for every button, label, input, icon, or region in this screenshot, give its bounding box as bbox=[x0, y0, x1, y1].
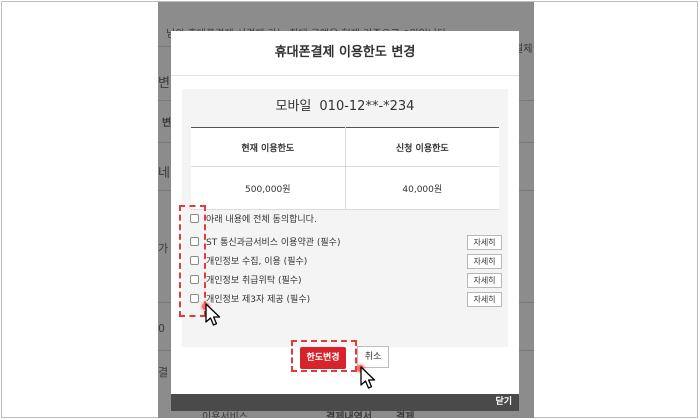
agreement-label: ST 통신과금서비스 이용약관 (필수) bbox=[206, 237, 341, 248]
modal-body: 모바일 010-12**-*234 현재 이용한도 신청 이용한도 500,000… bbox=[182, 89, 508, 347]
agreement-row[interactable]: 개인정보 취급위탁 (필수) bbox=[190, 271, 302, 287]
agree-all-row[interactable]: 아래 내용에 전체 동의합니다. bbox=[190, 210, 317, 226]
mouse-pointer-icon bbox=[360, 366, 376, 389]
phone-label: 모바일 bbox=[275, 99, 312, 114]
table-row: 500,000원 40,000원 bbox=[191, 166, 499, 210]
limit-table: 현재 이용한도 신청 이용한도 500,000원 40,000원 bbox=[191, 127, 499, 210]
agreement-label: 개인정보 취급위탁 (필수) bbox=[206, 275, 302, 286]
mouse-pointer-icon bbox=[205, 303, 221, 326]
checkbox-highlight-box bbox=[179, 205, 206, 317]
background-fragment: 변 bbox=[158, 76, 170, 91]
current-limit-value: 500,000원 bbox=[191, 166, 346, 210]
phone-number: 010-12**-*234 bbox=[319, 99, 415, 114]
background-fragment: 결 bbox=[158, 366, 169, 379]
background-fragment: 0 bbox=[158, 322, 165, 335]
detail-button-outsourcing[interactable]: 자세히 bbox=[467, 273, 502, 288]
detail-button-terms[interactable]: 자세히 bbox=[467, 235, 502, 250]
close-button[interactable]: 닫기 bbox=[495, 394, 512, 411]
detail-button-third-party[interactable]: 자세히 bbox=[467, 292, 502, 307]
background-fragment: 변 bbox=[162, 118, 172, 129]
requested-limit-header: 신청 이용한도 bbox=[345, 127, 499, 167]
button-highlight-box bbox=[291, 340, 357, 372]
agreement-label: 개인정보 수집, 이용 (필수) bbox=[206, 256, 308, 267]
background-fragment: 가 bbox=[158, 242, 169, 255]
detail-button-collection[interactable]: 자세히 bbox=[467, 254, 502, 269]
current-limit-header: 현재 이용한도 bbox=[191, 127, 346, 167]
agreement-row[interactable]: ST 통신과금서비스 이용약관 (필수) bbox=[190, 233, 340, 249]
modal-title: 휴대폰결제 이용한도 변경 bbox=[171, 31, 519, 76]
modal-footer: 닫기 bbox=[171, 394, 519, 411]
agree-all-label: 아래 내용에 전체 동의합니다. bbox=[206, 214, 317, 225]
phone-info: 모바일 010-12**-*234 bbox=[182, 89, 508, 125]
agreement-row[interactable]: 개인정보 수집, 이용 (필수) bbox=[190, 252, 307, 268]
table-header-row: 현재 이용한도 신청 이용한도 bbox=[191, 127, 499, 167]
requested-limit-value: 40,000원 bbox=[345, 166, 499, 210]
